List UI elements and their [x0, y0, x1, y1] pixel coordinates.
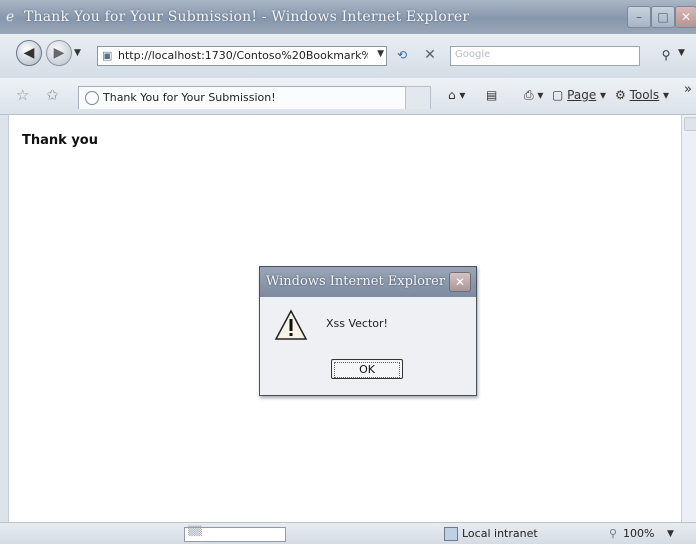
page-menu-label: Page	[567, 88, 597, 102]
dialog-close-button[interactable]: ✕	[449, 272, 471, 292]
minimize-button[interactable]: –	[627, 6, 651, 28]
search-input[interactable]: Google	[450, 46, 640, 66]
address-url[interactable]: http://localhost:1730/Contoso%20Bookmark…	[118, 49, 368, 62]
zoom-level[interactable]: 100%	[623, 527, 654, 540]
feeds-icon[interactable]: ▤	[486, 88, 497, 102]
ie-logo-icon: ℯ	[6, 9, 15, 25]
more-commands-button[interactable]: »	[684, 82, 692, 97]
home-icon[interactable]: ⌂ ▾	[448, 88, 465, 102]
address-input[interactable]: ▣ http://localhost:1730/Contoso%20Bookma…	[97, 46, 387, 66]
title-bar: ℯ Thank You for Your Submission! - Windo…	[0, 0, 696, 34]
tab-current[interactable]: Thank You for Your Submission!	[78, 86, 406, 109]
tab-page-icon	[85, 91, 99, 105]
progress-dots: ▒▒	[188, 527, 202, 537]
scroll-up-button[interactable]	[684, 117, 696, 131]
search-placeholder: Google	[455, 49, 491, 60]
search-options-dropdown-icon[interactable]: ▼	[678, 48, 685, 58]
recent-pages-dropdown-icon[interactable]: ▼	[74, 48, 81, 58]
close-window-button[interactable]: ✕	[675, 6, 696, 28]
print-icon[interactable]: ⎙ ▾	[524, 88, 543, 103]
browser-window: ℯ Thank You for Your Submission! - Windo…	[0, 0, 696, 544]
tools-menu[interactable]: ⚙ Tools ▾	[615, 88, 669, 102]
dialog-message: Xss Vector!	[326, 317, 388, 330]
maximize-button[interactable]: □	[651, 6, 675, 28]
ok-button[interactable]: OK	[331, 359, 403, 379]
ok-button-label: OK	[334, 362, 400, 378]
dialog-title: Windows Internet Explorer	[266, 274, 446, 289]
forward-button[interactable]: ▶	[46, 40, 72, 66]
new-tab-button[interactable]	[405, 86, 431, 109]
warning-icon	[274, 309, 308, 340]
window-title: Thank You for Your Submission! - Windows…	[24, 9, 470, 25]
add-favorites-icon[interactable]: ✩	[46, 86, 59, 104]
page-icon: ▣	[102, 49, 113, 62]
status-bar: ▒▒ Local intranet ⚲ 100% ▼	[0, 522, 696, 544]
search-button[interactable]: ⚲	[656, 46, 676, 64]
tools-menu-label: Tools	[629, 88, 660, 102]
back-button[interactable]: ◀	[16, 40, 42, 66]
alert-dialog: Windows Internet Explorer ✕ Xss Vector! …	[259, 266, 477, 396]
dialog-title-bar: Windows Internet Explorer ✕	[260, 267, 476, 297]
stop-button[interactable]: ✕	[421, 46, 439, 64]
status-progress: ▒▒	[184, 527, 286, 542]
address-dropdown-icon[interactable]: ▼	[377, 49, 384, 59]
local-intranet-icon	[444, 527, 458, 541]
refresh-button[interactable]: ⟲	[392, 46, 412, 64]
page-heading: Thank you	[22, 133, 98, 148]
tab-command-bar: ☆ ✩ Thank You for Your Submission! ⌂ ▾ ▤…	[0, 78, 696, 115]
vertical-scrollbar[interactable]	[681, 115, 696, 522]
address-toolbar: ◀ ▶ ▼ ▣ http://localhost:1730/Contoso%20…	[0, 34, 696, 78]
security-zone[interactable]: Local intranet	[462, 527, 538, 540]
page-menu[interactable]: ▢ Page ▾	[552, 88, 606, 102]
favorites-star-icon[interactable]: ☆	[16, 86, 29, 104]
zoom-dropdown-icon[interactable]: ▼	[667, 529, 674, 539]
zoom-icon[interactable]: ⚲	[609, 527, 617, 540]
tab-title: Thank You for Your Submission!	[103, 91, 276, 104]
